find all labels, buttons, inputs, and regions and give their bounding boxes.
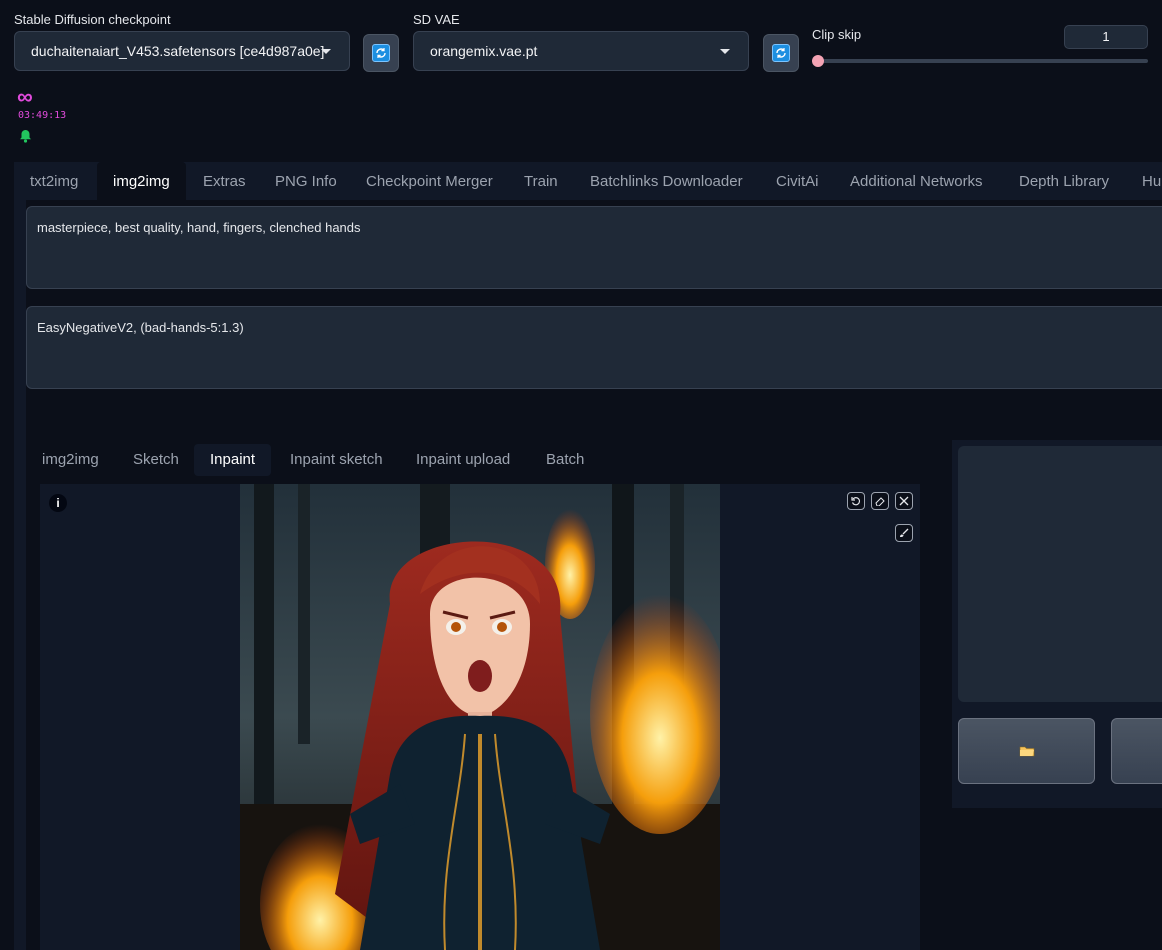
tab-hu[interactable]: Hu — [1142, 162, 1161, 200]
left-gutter — [14, 200, 26, 950]
checkpoint-dropdown[interactable]: duchaitenaiart_V453.safetensors [ce4d987… — [14, 31, 350, 71]
tab-img2img[interactable]: img2img — [97, 162, 186, 200]
checkpoint-refresh-button[interactable] — [363, 34, 399, 72]
chevron-down-icon — [720, 49, 730, 54]
checkpoint-label: Stable Diffusion checkpoint — [14, 12, 171, 27]
folder-icon — [1019, 746, 1034, 757]
tab-civitai[interactable]: CivitAi — [776, 162, 819, 200]
clip-skip-label: Clip skip — [812, 27, 862, 42]
timer-text: 03:49:13 — [18, 110, 67, 121]
brush-button[interactable] — [895, 524, 913, 542]
vae-value: orangemix.vae.pt — [430, 43, 538, 59]
open-folder-button[interactable] — [958, 718, 1095, 784]
refresh-icon — [772, 44, 790, 62]
refresh-icon — [372, 44, 390, 62]
checkpoint-value: duchaitenaiart_V453.safetensors [ce4d987… — [31, 43, 325, 59]
undo-icon — [851, 497, 861, 506]
tab-train[interactable]: Train — [524, 162, 558, 200]
positive-prompt-textarea[interactable]: masterpiece, best quality, hand, fingers… — [26, 206, 1162, 289]
eraser-icon — [875, 497, 885, 506]
clip-skip-slider-thumb[interactable] — [812, 55, 824, 67]
subtab-inpaint-sketch[interactable]: Inpaint sketch — [290, 444, 383, 476]
close-button[interactable] — [895, 492, 913, 510]
subtab-img2img[interactable]: img2img — [42, 444, 99, 476]
vae-label: SD VAE — [413, 12, 460, 27]
tab-extras[interactable]: Extras — [203, 162, 246, 200]
output-gallery[interactable] — [958, 446, 1162, 702]
vae-dropdown[interactable]: orangemix.vae.pt — [413, 31, 749, 71]
inpaint-image[interactable] — [240, 484, 720, 950]
bell-icon — [19, 129, 32, 148]
brush-icon — [900, 528, 909, 537]
tab-checkpoint-merger[interactable]: Checkpoint Merger — [366, 162, 493, 200]
subtab-inpaint[interactable]: Inpaint — [194, 444, 272, 476]
tab-additional-networks[interactable]: Additional Networks — [850, 162, 983, 200]
info-icon[interactable]: i — [49, 494, 67, 512]
chevron-down-icon — [321, 49, 331, 54]
vae-refresh-button[interactable] — [763, 34, 799, 72]
negative-prompt-textarea[interactable]: EasyNegativeV2, (bad-hands-5:1.3) — [26, 306, 1162, 389]
tab-png-info[interactable]: PNG Info — [275, 162, 337, 200]
tab-batchlinks-downloader[interactable]: Batchlinks Downloader — [590, 162, 743, 200]
subtab-batch[interactable]: Batch — [546, 444, 584, 476]
undo-button[interactable] — [847, 492, 865, 510]
close-icon — [899, 496, 909, 506]
clip-skip-input[interactable]: 1 — [1064, 25, 1148, 49]
subtab-inpaint-upload[interactable]: Inpaint upload — [416, 444, 510, 476]
subtab-sketch[interactable]: Sketch — [133, 444, 179, 476]
main-tab-bar: txt2img img2img Extras PNG Info Checkpoi… — [14, 162, 1162, 200]
tab-txt2img[interactable]: txt2img — [30, 162, 78, 200]
clear-button[interactable] — [871, 492, 889, 510]
save-button[interactable] — [1111, 718, 1162, 784]
infinity-icon: ∞ — [17, 84, 33, 109]
tab-depth-library[interactable]: Depth Library — [1019, 162, 1109, 200]
clip-skip-slider-track[interactable] — [818, 59, 1148, 63]
